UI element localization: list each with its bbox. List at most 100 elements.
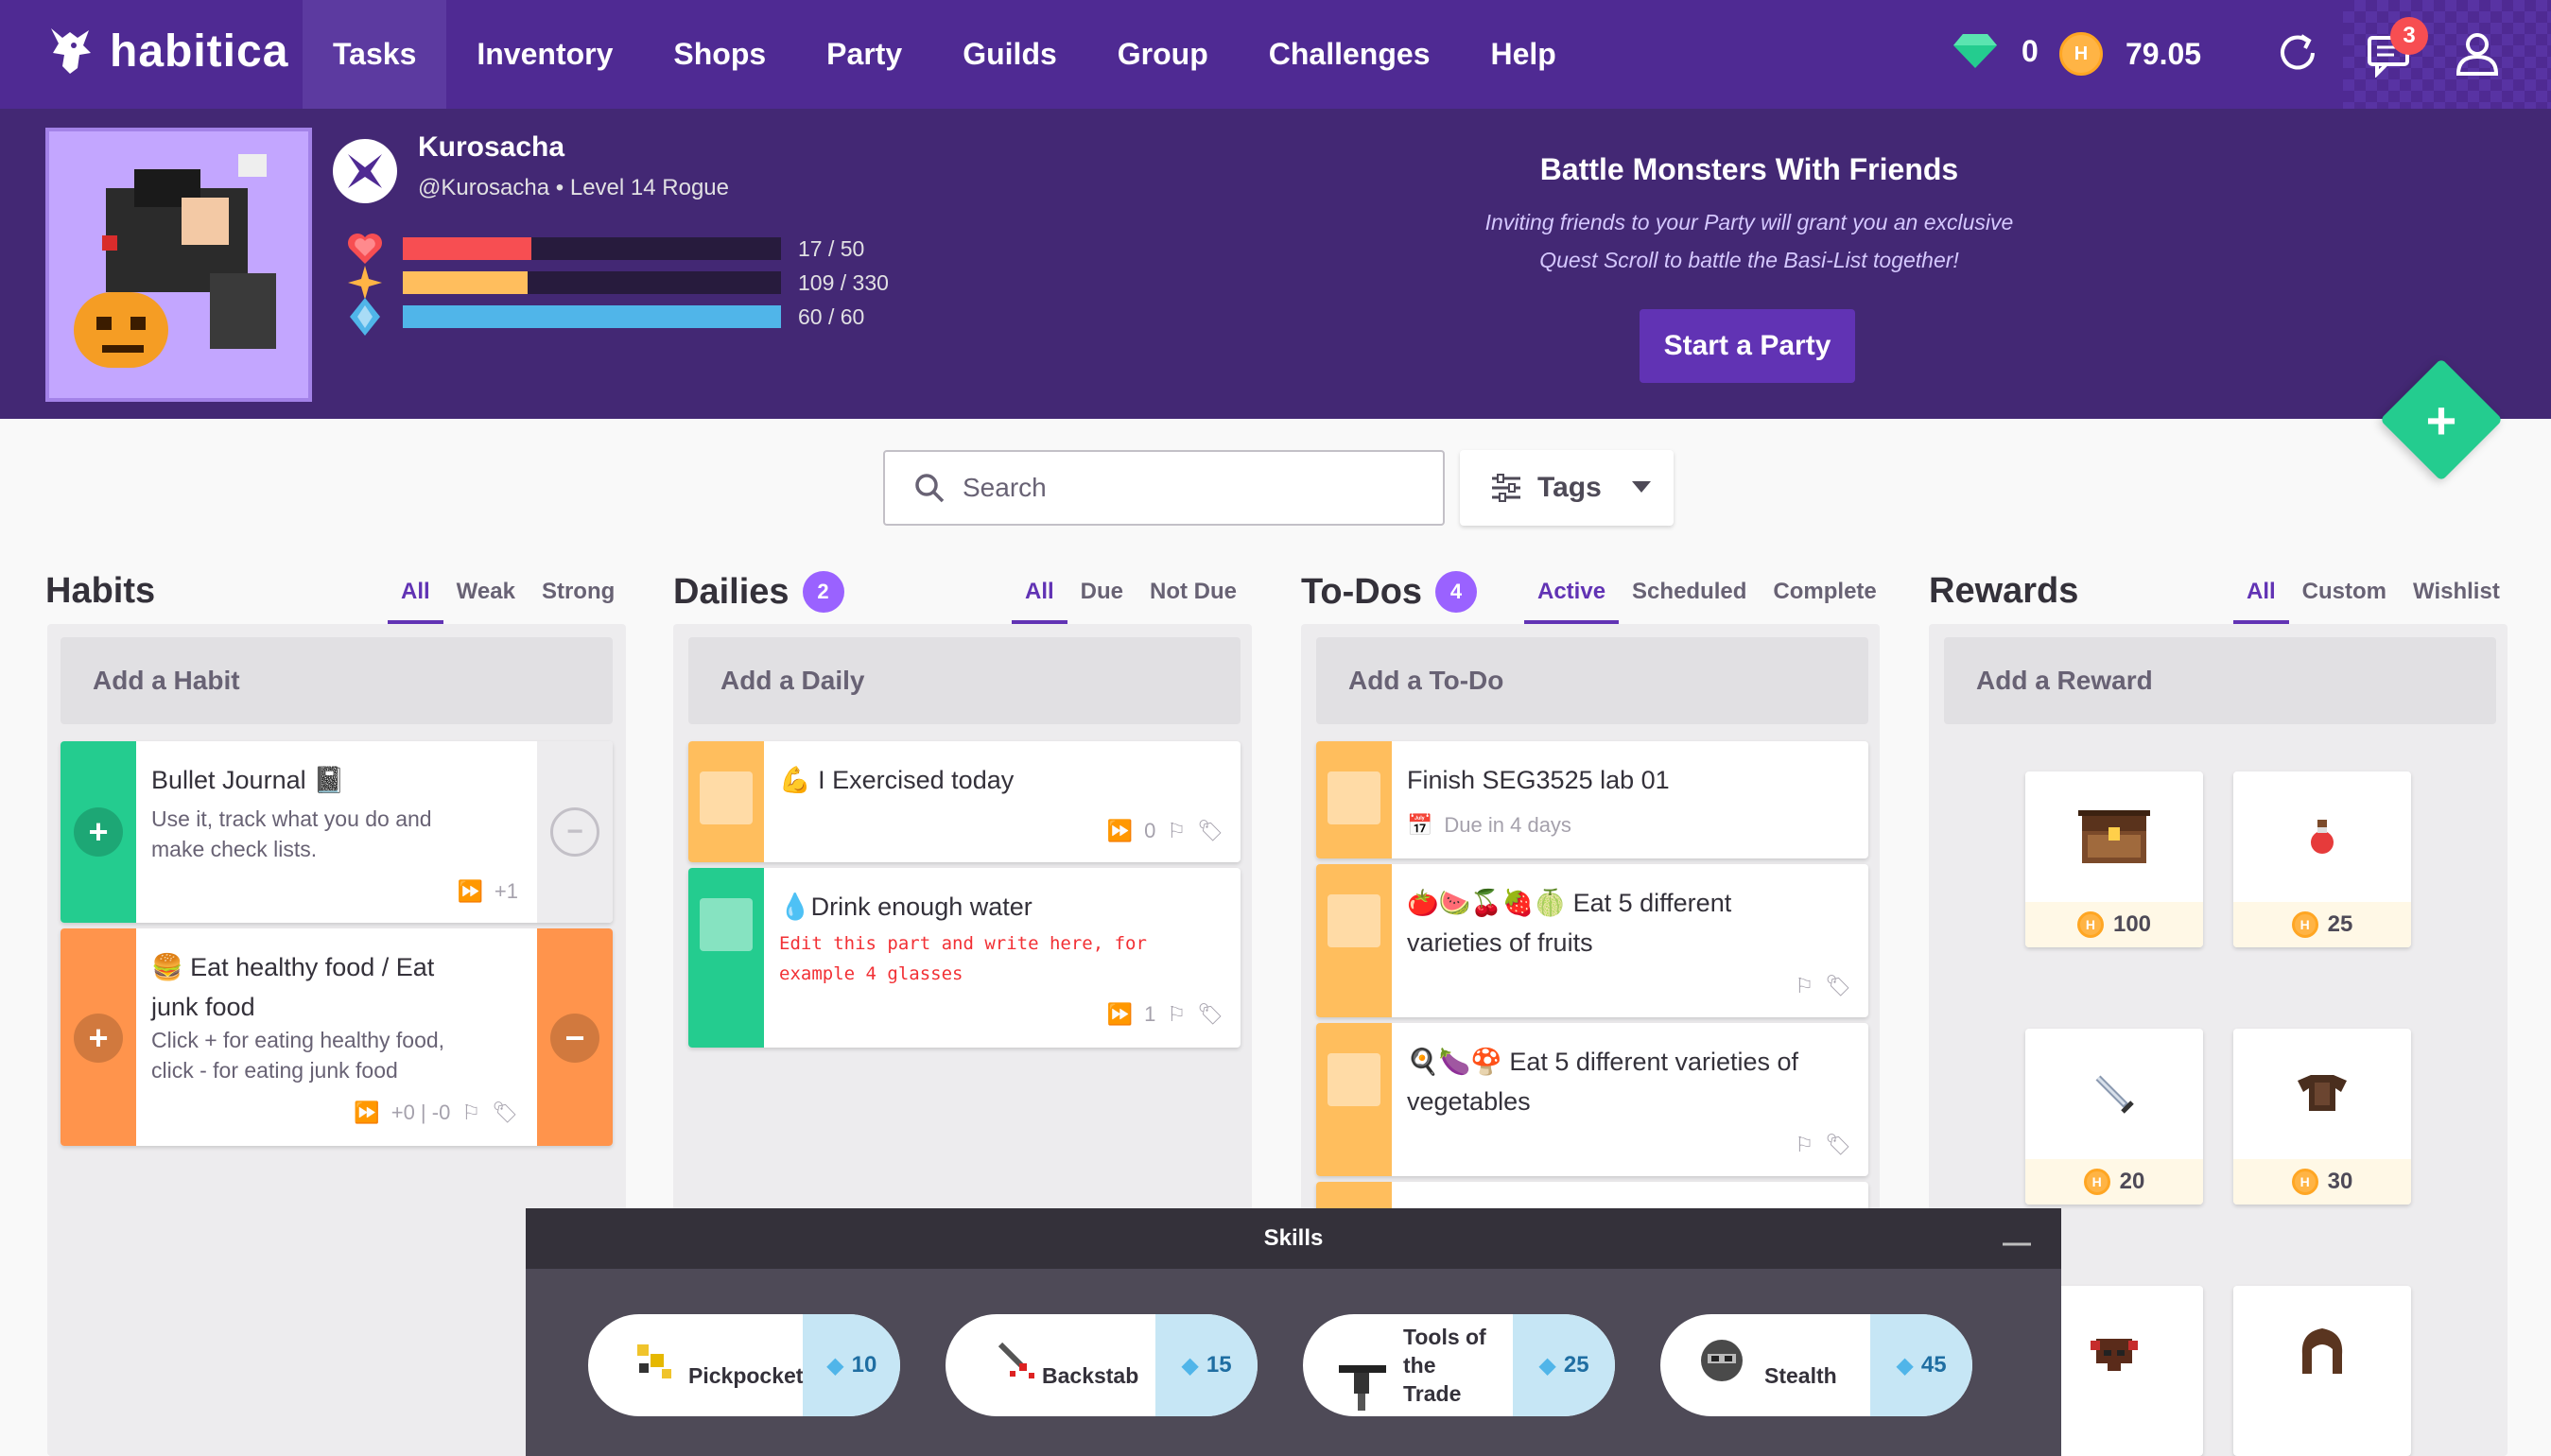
daily-card[interactable]: 💪 I Exercised today ⏩ 0 ⚐ 🏷 <box>688 741 1241 862</box>
habits-filter-weak[interactable]: Weak <box>443 579 529 624</box>
todo-title-line: vegetables <box>1407 1087 1531 1116</box>
party-desc-line: Inviting friends to your Party will gran… <box>1484 210 2014 234</box>
nav-tasks[interactable]: Tasks <box>303 0 447 109</box>
reward-item[interactable]: H 30 <box>2233 1029 2411 1205</box>
skill-cost-value: 15 <box>1206 1352 1232 1378</box>
skill-pickpocket[interactable]: Pickpocket ◆ 10 <box>588 1314 900 1416</box>
add-habit-input[interactable]: Add a Habit <box>61 637 613 724</box>
minimize-icon[interactable]: — <box>2003 1227 2031 1259</box>
skill-name: Pickpocket <box>688 1363 804 1388</box>
mana-icon: ◆ <box>1538 1352 1556 1378</box>
habit-plus-button[interactable]: + <box>74 807 123 857</box>
todos-filter-scheduled[interactable]: Scheduled <box>1619 579 1760 624</box>
habit-card[interactable]: + Bullet Journal 📓 Use it, track what yo… <box>61 741 613 923</box>
rewards-filter-wishlist[interactable]: Wishlist <box>2400 579 2513 624</box>
add-daily-input[interactable]: Add a Daily <box>688 637 1241 724</box>
habit-minus-button[interactable]: − <box>550 1014 599 1063</box>
add-todo-input[interactable]: Add a To-Do <box>1316 637 1868 724</box>
reward-item[interactable]: H 20 <box>2025 1029 2203 1205</box>
rewards-filter-all[interactable]: All <box>2233 579 2289 624</box>
todo-card[interactable]: 🍅🍉🍒🍓🍈 Eat 5 different varieties of fruit… <box>1316 864 1868 1017</box>
skills-title: Skills <box>1263 1225 1324 1251</box>
nav-help[interactable]: Help <box>1460 0 1586 109</box>
habitica-logo[interactable]: habitica <box>45 25 288 78</box>
rewards-filter-custom[interactable]: Custom <box>2289 579 2400 624</box>
skill-cost: ◆ 10 <box>803 1314 900 1416</box>
habits-filter-strong[interactable]: Strong <box>529 579 628 624</box>
user-profile-icon[interactable] <box>2453 28 2502 78</box>
nav-group[interactable]: Group <box>1087 0 1239 109</box>
gem-count: 0 <box>2022 33 2039 68</box>
dailies-filter-due[interactable]: Due <box>1067 579 1137 624</box>
daily-card[interactable]: 💧Drink enough water Edit this part and w… <box>688 868 1241 1048</box>
todo-card[interactable]: Finish SEG3525 lab 01 📅 Due in 4 days <box>1316 741 1868 858</box>
tools-of-trade-icon <box>1339 1365 1386 1411</box>
todo-checkbox[interactable] <box>1328 894 1380 947</box>
todo-card[interactable]: 🍳🍆🍄 Eat 5 different varieties of vegetab… <box>1316 1023 1868 1176</box>
start-party-button[interactable]: Start a Party <box>1640 309 1855 383</box>
daily-checkbox-area <box>688 741 764 862</box>
user-header: Kurosacha @Kurosacha • Level 14 Rogue 17… <box>0 109 2551 419</box>
add-reward-input[interactable]: Add a Reward <box>1944 637 2496 724</box>
dailies-filter-all[interactable]: All <box>1012 579 1067 624</box>
xp-row: 109 / 330 <box>344 264 889 302</box>
todos-count-badge: 4 <box>1435 571 1478 613</box>
party-desc-line: Quest Scroll to battle the Basi-List tog… <box>1539 248 1959 272</box>
mp-bar <box>403 305 781 328</box>
tag-icon: 🏷 <box>1197 1002 1223 1026</box>
challenge-flag-icon: ⚐ <box>1795 974 1814 997</box>
skill-body: Tools of the Trade <box>1303 1314 1513 1416</box>
tag-icon: 🏷 <box>1197 819 1223 842</box>
skill-tools-of-the-trade[interactable]: Tools of the Trade ◆ 25 <box>1303 1314 1615 1416</box>
habit-streak: ⏩ +0 | -0 ⚐ 🏷 <box>354 1101 518 1125</box>
fast-forward-icon: ⏩ <box>354 1101 380 1124</box>
todo-checkbox-area <box>1316 741 1392 858</box>
sync-icon[interactable] <box>2273 28 2322 78</box>
todos-filter-active[interactable]: Active <box>1524 579 1620 624</box>
dailies-filter-not-due[interactable]: Not Due <box>1137 579 1250 624</box>
rewards-filters: All Custom Wishlist <box>2233 579 2513 624</box>
habit-card[interactable]: + 🍔 Eat healthy food / Eat junk food Cli… <box>61 928 613 1146</box>
todos-filter-complete[interactable]: Complete <box>1760 579 1889 624</box>
reward-item[interactable] <box>2233 1286 2411 1456</box>
nav-guilds[interactable]: Guilds <box>932 0 1087 109</box>
search-input[interactable]: Search <box>883 450 1445 526</box>
fast-forward-icon: ⏩ <box>1106 1002 1134 1026</box>
todo-title: 🍅🍉🍒🍓🍈 Eat 5 different varieties of fruit… <box>1407 883 1731 962</box>
reward-item[interactable]: H 25 <box>2233 771 2411 947</box>
skill-body: Backstab <box>946 1314 1155 1416</box>
nav-inventory[interactable]: Inventory <box>446 0 643 109</box>
todo-meta: ⚐ 🏷 <box>1795 1133 1851 1157</box>
party-description: Inviting friends to your Party will gran… <box>1418 203 2080 279</box>
mp-row: 60 / 60 <box>344 298 864 336</box>
rogue-class-icon <box>333 139 397 203</box>
nav-shops[interactable]: Shops <box>643 0 796 109</box>
stealth-icon <box>1701 1340 1743 1381</box>
challenge-flag-icon: ⚐ <box>1795 1133 1814 1156</box>
skill-backstab[interactable]: Backstab ◆ 15 <box>946 1314 1258 1416</box>
daily-checkbox[interactable] <box>700 898 753 951</box>
daily-checkbox[interactable] <box>700 771 753 824</box>
todo-checkbox[interactable] <box>1328 1053 1380 1106</box>
skill-stealth[interactable]: Stealth ◆ 45 <box>1660 1314 1972 1416</box>
level-class: Level 14 Rogue <box>569 175 729 200</box>
nav-challenges[interactable]: Challenges <box>1239 0 1461 109</box>
calendar-icon: 📅 <box>1407 813 1433 837</box>
skill-name: Tools of the Trade <box>1403 1323 1486 1408</box>
fast-forward-icon: ⏩ <box>457 879 483 903</box>
skills-header[interactable]: Skills — <box>526 1208 2061 1269</box>
skill-cost-value: 45 <box>1920 1352 1947 1378</box>
habit-positive-area: + <box>61 741 136 923</box>
skill-name-line: Trade <box>1403 1381 1462 1406</box>
tags-dropdown[interactable]: Tags <box>1460 450 1674 526</box>
avatar[interactable] <box>45 128 312 402</box>
habit-plus-button[interactable]: + <box>74 1014 123 1063</box>
nav-party[interactable]: Party <box>796 0 932 109</box>
gold-coin-icon: H <box>2076 911 2104 938</box>
habits-filter-all[interactable]: All <box>388 579 443 624</box>
reward-item[interactable]: H 100 <box>2025 771 2203 947</box>
skill-cost: ◆ 45 <box>1870 1314 1972 1416</box>
todo-checkbox[interactable] <box>1328 771 1380 824</box>
gems-display[interactable]: 0 <box>1952 32 2039 70</box>
tags-label: Tags <box>1537 472 1602 503</box>
